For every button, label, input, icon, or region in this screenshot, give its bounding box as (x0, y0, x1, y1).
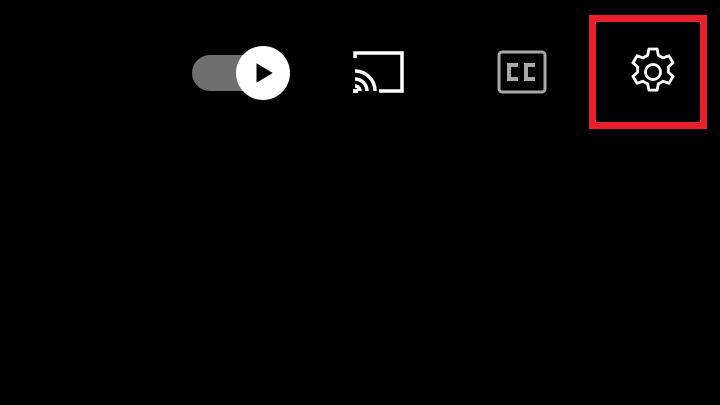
cast-icon (353, 51, 404, 93)
captions-button[interactable] (492, 44, 552, 100)
settings-button[interactable] (618, 40, 688, 104)
gear-icon (631, 47, 675, 92)
autoplay-toggle[interactable] (188, 43, 294, 103)
play-icon (256, 63, 273, 83)
autoplay-knob (236, 46, 290, 100)
cast-button[interactable] (345, 44, 411, 100)
video-player (0, 0, 720, 405)
closed-captions-icon (497, 50, 547, 94)
